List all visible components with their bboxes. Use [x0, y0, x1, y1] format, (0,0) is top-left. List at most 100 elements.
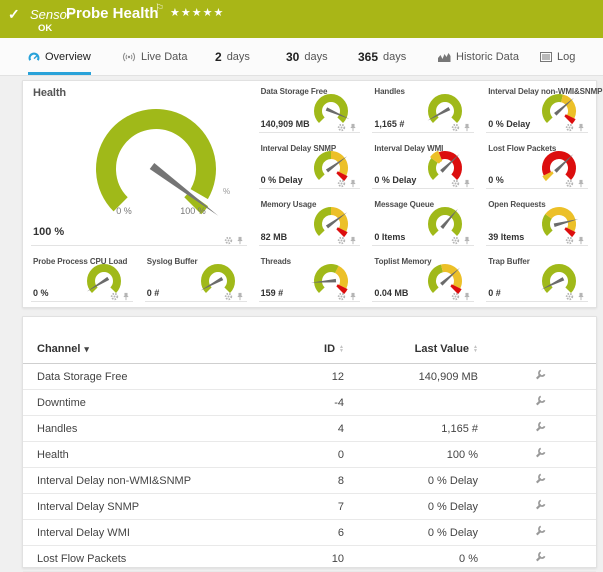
tab-log[interactable]: Log: [540, 38, 575, 75]
gear-icon[interactable]: [565, 179, 574, 188]
tab-overview[interactable]: Overview: [28, 38, 91, 75]
pin-icon[interactable]: [236, 236, 244, 245]
pin-icon[interactable]: [577, 292, 585, 301]
channel-settings-icon[interactable]: [534, 395, 546, 407]
gear-icon[interactable]: [565, 236, 574, 245]
gauge-value: 39 Items: [488, 232, 524, 242]
gear-icon[interactable]: [337, 236, 346, 245]
table-row-health: Health0100 %: [23, 442, 596, 468]
channel-name[interactable]: Lost Flow Packets: [23, 546, 246, 572]
tab-label: days: [304, 51, 327, 63]
channel-settings-icon[interactable]: [534, 551, 546, 563]
gauge-title: Health: [33, 87, 66, 99]
tab-live-data[interactable]: Live Data: [122, 38, 187, 75]
channel-settings-icon[interactable]: [534, 499, 546, 511]
tab-2-days[interactable]: 2days: [215, 38, 250, 75]
status-badge: OK: [38, 23, 52, 34]
gauge-cell-memory-usage: Memory Usage82 MB: [253, 194, 367, 251]
channel-id: 8: [246, 468, 350, 494]
column-header-last-value[interactable]: Last Value▲▼: [350, 317, 484, 364]
cell-divider: [372, 245, 474, 246]
channel-settings-icon[interactable]: [534, 447, 546, 459]
channel-name[interactable]: Downtime: [23, 390, 246, 416]
pin-icon[interactable]: [122, 292, 130, 301]
cell-divider: [486, 245, 588, 246]
gear-icon[interactable]: [224, 292, 233, 301]
gauges-panel: Health 0 % 100 % % 100 % Data Storage Fr…: [22, 80, 597, 308]
gauge-cell-syslog-buffer: Syslog Buffer 0 #: [139, 251, 253, 308]
tab-range-number: 2: [215, 50, 222, 64]
log-icon: [540, 52, 552, 62]
channel-name[interactable]: Interval Delay WMI: [23, 520, 246, 546]
live-icon: [122, 52, 136, 62]
sort-caret-icon: ▾: [84, 344, 89, 354]
gauge-value: 100 %: [33, 226, 64, 238]
gear-icon[interactable]: [451, 236, 460, 245]
pin-icon[interactable]: [577, 123, 585, 132]
channel-last-value: 100 %: [350, 442, 484, 468]
channel-name[interactable]: Interval Delay SNMP: [23, 494, 246, 520]
gear-icon[interactable]: [451, 123, 460, 132]
cell-divider: [259, 245, 361, 246]
gear-icon[interactable]: [337, 292, 346, 301]
cell-divider: [259, 301, 361, 302]
table-row-lost-flow-packets: Lost Flow Packets100 %: [23, 546, 596, 572]
channel-name[interactable]: Interval Delay non-WMI&SNMP: [23, 468, 246, 494]
gauge-value: 1,165 #: [374, 119, 404, 129]
column-header-settings: [484, 317, 596, 364]
tab-365-days[interactable]: 365days: [358, 38, 406, 75]
column-label: Last Value: [415, 343, 469, 355]
channel-name[interactable]: Health: [23, 442, 246, 468]
cell-divider: [486, 132, 588, 133]
channel-settings-icon[interactable]: [534, 525, 546, 537]
sensor-header: ✓ Sensor Probe Health ⚐ ★★★★★ OK: [0, 0, 603, 38]
pin-icon[interactable]: [349, 292, 357, 301]
channel-settings-icon[interactable]: [534, 473, 546, 485]
pin-icon[interactable]: [577, 179, 585, 188]
pin-icon[interactable]: [349, 123, 357, 132]
pin-icon[interactable]: [463, 236, 471, 245]
gear-icon[interactable]: [337, 123, 346, 132]
tab-30-days[interactable]: 30days: [286, 38, 328, 75]
channel-settings-icon[interactable]: [534, 369, 546, 381]
priority-stars[interactable]: ★★★★★: [170, 6, 224, 19]
gear-icon[interactable]: [565, 292, 574, 301]
tab-label: days: [383, 51, 406, 63]
channel-name[interactable]: Data Storage Free: [23, 364, 246, 390]
gauge-cell-data-storage-free: Data Storage Free140,909 MB: [253, 81, 367, 138]
channel-name[interactable]: Handles: [23, 416, 246, 442]
channel-id: 0: [246, 442, 350, 468]
gauge-scale-max: 100 %: [171, 206, 215, 216]
column-header-id[interactable]: ID▲▼: [246, 317, 350, 364]
gauge-cell-handles: Handles1,165 #: [366, 81, 480, 138]
pin-icon[interactable]: [463, 123, 471, 132]
gear-icon[interactable]: [451, 179, 460, 188]
pin-icon[interactable]: [236, 292, 244, 301]
column-header-channel[interactable]: Channel▾: [23, 317, 246, 364]
pin-icon[interactable]: [349, 236, 357, 245]
flag-icon[interactable]: ⚐: [155, 3, 164, 14]
gauge-value: 0 % Delay: [374, 175, 416, 185]
pin-icon[interactable]: [577, 236, 585, 245]
pin-icon[interactable]: [463, 179, 471, 188]
channel-settings-icon[interactable]: [534, 421, 546, 433]
tab-historic-data[interactable]: Historic Data: [438, 38, 519, 75]
pin-icon[interactable]: [349, 179, 357, 188]
column-label: ID: [324, 343, 335, 355]
table-row-handles: Handles41,165 #: [23, 416, 596, 442]
gauge-unit-label: %: [223, 187, 230, 196]
gear-icon[interactable]: [110, 292, 119, 301]
gear-icon[interactable]: [565, 123, 574, 132]
channels-panel: Channel▾ID▲▼Last Value▲▼ Data Storage Fr…: [22, 316, 597, 568]
chart-icon: [438, 52, 451, 62]
table-row-downtime: Downtime-4: [23, 390, 596, 416]
gear-icon[interactable]: [337, 179, 346, 188]
channel-id: 6: [246, 520, 350, 546]
gauge-value: 0 #: [147, 288, 160, 298]
channel-id: -4: [246, 390, 350, 416]
gear-icon[interactable]: [451, 292, 460, 301]
cell-divider: [31, 245, 247, 246]
gauge-title: Syslog Buffer: [147, 257, 198, 266]
gear-icon[interactable]: [224, 236, 233, 245]
pin-icon[interactable]: [463, 292, 471, 301]
